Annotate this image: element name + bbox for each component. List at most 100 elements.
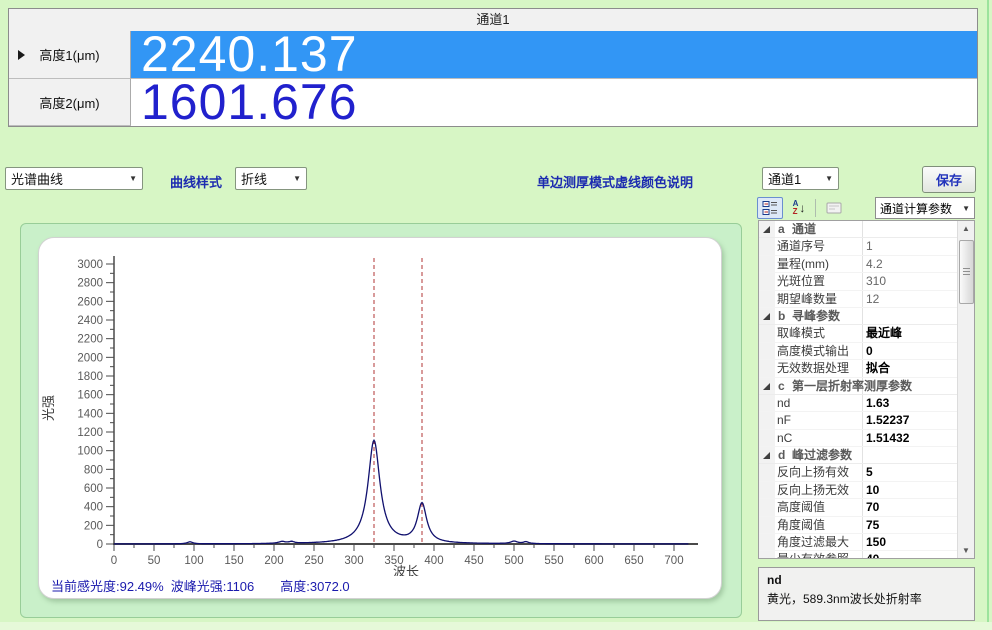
- property-row[interactable]: 光斑位置 310: [759, 273, 957, 290]
- svg-text:0: 0: [111, 555, 117, 567]
- height2-value[interactable]: 1601.676: [131, 79, 977, 126]
- curve-style-combo[interactable]: 折线 ▼: [235, 167, 307, 190]
- svg-text:1800: 1800: [77, 371, 103, 383]
- row-header-height2[interactable]: 高度2(μm): [9, 79, 131, 126]
- y-axis-ticks: 0200400600800100012001400160018002000220…: [77, 259, 114, 551]
- svg-text:600: 600: [84, 483, 103, 495]
- row-label: 高度2(μm): [39, 93, 99, 112]
- category-expanded-icon: [762, 451, 771, 460]
- property-category-row[interactable]: b寻峰参数: [759, 308, 957, 325]
- bottom-strip: [0, 622, 992, 630]
- property-name: 反向上扬有效: [777, 464, 861, 481]
- parameter-view-combo[interactable]: 通道计算参数 ▼: [875, 197, 975, 219]
- svg-text:1400: 1400: [77, 408, 103, 420]
- property-row[interactable]: 量程(mm) 4.2: [759, 256, 957, 273]
- property-row[interactable]: 角度阈值75: [759, 517, 957, 534]
- category-key: b: [778, 308, 785, 325]
- svg-text:550: 550: [544, 555, 563, 567]
- property-pages-button: [821, 197, 847, 219]
- peak-marker-lines: [374, 258, 422, 544]
- row-header-height1[interactable]: 高度1(μm): [9, 31, 131, 79]
- property-grid: a 通道通道序号1量程(mm) 4.2 光斑位置 310 期望峰数量 12b寻峰参数取峰模式…: [758, 220, 975, 559]
- scroll-down-icon[interactable]: ▼: [958, 543, 974, 558]
- categorized-icon: [762, 201, 778, 215]
- property-row[interactable]: 期望峰数量 12: [759, 291, 957, 308]
- property-category-row[interactable]: d峰过滤参数: [759, 447, 957, 464]
- chevron-down-icon: ▼: [287, 174, 301, 183]
- svg-text:50: 50: [148, 555, 161, 567]
- chart-panel: 0200400600800100012001400160018002000220…: [20, 223, 742, 618]
- property-row[interactable]: 角度过滤最大150: [759, 534, 957, 551]
- category-label: 通道: [792, 221, 816, 238]
- property-value[interactable]: 310: [866, 273, 957, 290]
- property-value[interactable]: 拟合: [866, 360, 957, 377]
- category-label: 第一层折射率测厚参数: [792, 378, 912, 395]
- property-value[interactable]: 4.2: [866, 256, 957, 273]
- property-value[interactable]: 70: [866, 499, 957, 516]
- property-row[interactable]: 无效数据处理拟合: [759, 360, 957, 377]
- property-name: 光斑位置: [777, 273, 861, 290]
- property-value[interactable]: 5: [866, 464, 957, 481]
- property-row[interactable]: 高度模式输出 0: [759, 343, 957, 360]
- channel-combo[interactable]: 通道1 ▼: [762, 167, 839, 190]
- property-value[interactable]: 40: [866, 551, 957, 558]
- property-value[interactable]: 150: [866, 534, 957, 551]
- property-category-row[interactable]: c第一层折射率测厚参数: [759, 378, 957, 395]
- property-value[interactable]: 0: [866, 343, 957, 360]
- alphabetical-sort-button[interactable]: AZ ↓: [785, 197, 813, 219]
- property-pages-icon: [826, 202, 842, 214]
- property-description-text: 黄光，589.3nm波长处折射率: [767, 590, 966, 607]
- category-key: d: [778, 447, 785, 464]
- property-row[interactable]: nd1.63: [759, 395, 957, 412]
- property-name: 量程(mm): [777, 256, 861, 273]
- svg-text:400: 400: [424, 555, 443, 567]
- property-name: 高度阈值: [777, 499, 861, 516]
- property-row[interactable]: 反向上扬无效10: [759, 482, 957, 499]
- property-value[interactable]: 10: [866, 482, 957, 499]
- property-row[interactable]: 通道序号1: [759, 238, 957, 255]
- property-value[interactable]: 12: [866, 291, 957, 308]
- height1-value[interactable]: 2240.137: [131, 31, 977, 79]
- property-name: 最少有效参照: [777, 551, 861, 558]
- property-row[interactable]: nC1.51432: [759, 430, 957, 447]
- property-name: 期望峰数量: [777, 291, 861, 308]
- property-value[interactable]: 1.51432: [866, 430, 957, 447]
- property-row[interactable]: 反向上扬有效 5: [759, 464, 957, 481]
- table-row[interactable]: 高度2(μm) 1601.676: [9, 79, 977, 126]
- property-row[interactable]: 高度阈值 70: [759, 499, 957, 516]
- property-description-title: nd: [767, 573, 966, 587]
- spectrum-curve: [114, 440, 688, 544]
- panel-edge-divider: [987, 0, 989, 630]
- svg-text:600: 600: [584, 555, 603, 567]
- combo-value: 通道1: [768, 169, 801, 188]
- property-category-row[interactable]: a 通道: [759, 221, 957, 238]
- property-row[interactable]: 最少有效参照 40: [759, 551, 957, 558]
- property-value[interactable]: 75: [866, 517, 957, 534]
- scroll-up-icon[interactable]: ▲: [958, 221, 974, 236]
- property-value[interactable]: 1.52237: [866, 412, 957, 429]
- combo-value: 光谱曲线: [11, 169, 63, 188]
- axes: [113, 256, 698, 544]
- property-value[interactable]: 最近峰: [866, 325, 957, 342]
- svg-text:200: 200: [84, 520, 103, 532]
- property-value[interactable]: 1.63: [866, 395, 957, 412]
- scrollbar-thumb[interactable]: [959, 240, 974, 304]
- svg-text:250: 250: [304, 555, 323, 567]
- property-row[interactable]: nF1.52237: [759, 412, 957, 429]
- curve-type-combo[interactable]: 光谱曲线 ▼: [5, 167, 143, 190]
- property-grid-scrollbar[interactable]: ▲ ▼: [957, 221, 974, 558]
- chevron-down-icon: ▼: [962, 204, 970, 213]
- categorized-view-button[interactable]: [757, 197, 783, 219]
- save-button[interactable]: 保存: [922, 166, 976, 193]
- property-row[interactable]: 取峰模式最近峰: [759, 325, 957, 342]
- svg-text:2600: 2600: [77, 296, 103, 308]
- property-name: 高度模式输出: [777, 343, 861, 360]
- svg-text:450: 450: [464, 555, 483, 567]
- table-row[interactable]: 高度1(μm) 2240.137: [9, 31, 977, 79]
- category-key: a: [778, 221, 785, 238]
- property-value[interactable]: 1: [866, 238, 957, 255]
- svg-text:1600: 1600: [77, 390, 103, 402]
- dashed-line-legend-link[interactable]: 单边测厚模式虚线颜色说明: [537, 172, 693, 191]
- scrollbar-grip: [963, 268, 970, 269]
- row-label: 高度1(μm): [39, 45, 99, 64]
